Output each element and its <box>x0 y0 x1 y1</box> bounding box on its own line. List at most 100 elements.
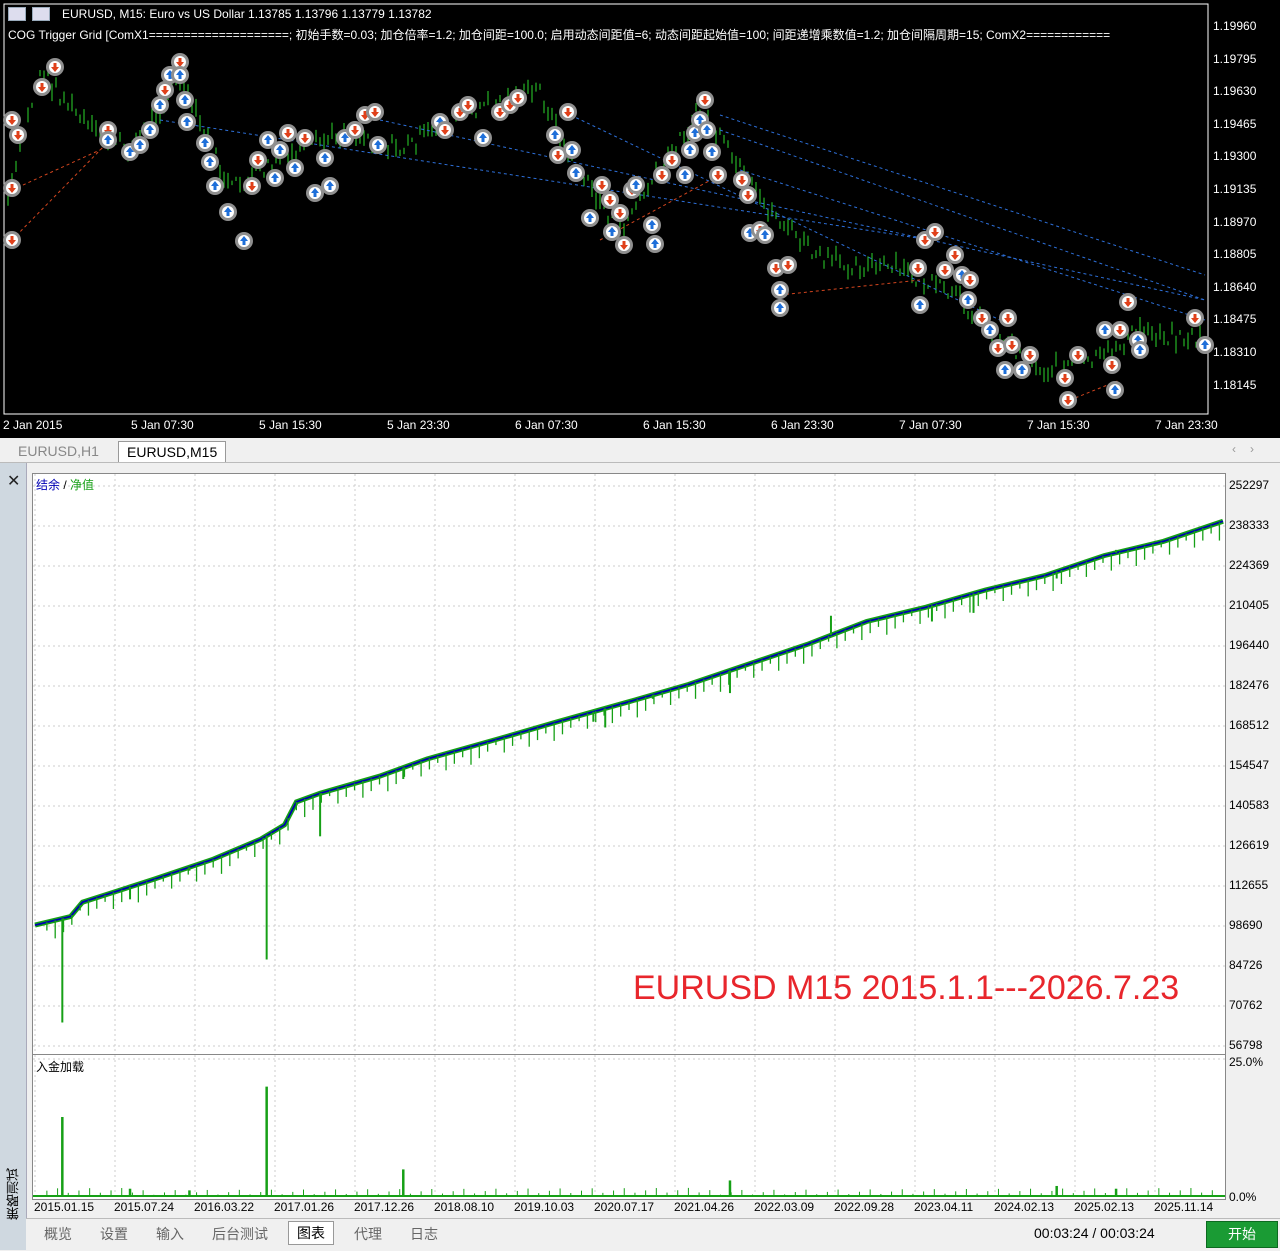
buy-arrow-icon <box>959 291 977 309</box>
time-tick-label: 6 Jan 15:30 <box>643 418 706 432</box>
chart-toolbar-icons <box>8 7 56 26</box>
tab-eurusd-m15[interactable]: EURUSD,M15 <box>118 441 227 462</box>
chevron-left-icon[interactable]: ‹ <box>1232 442 1250 456</box>
balance-tick-label: 56798 <box>1229 1038 1263 1052</box>
price-chart-window[interactable]: EURUSD, M15: Euro vs US Dollar 1.13785 1… <box>0 0 1280 438</box>
tab-scroll-arrows[interactable]: ‹› <box>1232 442 1268 456</box>
tab-inputs[interactable]: 输入 <box>148 1223 192 1245</box>
sell-arrow-icon <box>9 126 27 144</box>
date-tick-label: 2022.09.28 <box>834 1200 895 1214</box>
chart-tab-bar: EURUSD,H1 EURUSD,M15 ‹› <box>0 438 1280 463</box>
buy-arrow-icon <box>698 121 716 139</box>
ea-settings-icon[interactable] <box>8 7 26 21</box>
sell-arrow-icon <box>559 103 577 121</box>
start-button[interactable]: 开始 <box>1206 1221 1278 1248</box>
balance-tick-label: 182476 <box>1229 678 1270 692</box>
sell-arrow-icon <box>3 231 21 249</box>
sell-arrow-icon <box>1059 391 1077 409</box>
balance-chart-canvas <box>33 474 1225 1054</box>
buy-arrow-icon <box>176 91 194 109</box>
buy-arrow-icon <box>981 321 999 339</box>
balance-tick-label: 112655 <box>1229 878 1269 892</box>
date-tick-label: 2015.01.15 <box>34 1200 95 1214</box>
balance-tick-label: 210405 <box>1229 598 1270 612</box>
time-tick-label: 2 Jan 2015 <box>3 418 63 432</box>
deposit-y-min: 0.0% <box>1229 1190 1257 1204</box>
sell-arrow-icon <box>296 129 314 147</box>
date-tick-label: 2017.12.26 <box>354 1200 415 1214</box>
buy-arrow-icon <box>563 141 581 159</box>
tester-side-label: 策略测试 <box>6 1168 21 1220</box>
chart-symbol-title: EURUSD, M15: Euro vs US Dollar 1.13785 1… <box>62 7 432 21</box>
deposit-load-chart <box>32 1054 1226 1200</box>
sell-arrow-icon <box>509 89 527 107</box>
sell-arrow-icon <box>1103 356 1121 374</box>
sell-arrow-icon <box>936 261 954 279</box>
buy-arrow-icon <box>567 164 585 182</box>
buy-arrow-icon <box>771 299 789 317</box>
balance-tick-label: 238333 <box>1229 518 1270 532</box>
balance-tick-label: 168512 <box>1229 718 1270 732</box>
date-tick-label: 2016.03.22 <box>194 1200 255 1214</box>
sell-arrow-icon <box>926 223 944 241</box>
buy-arrow-icon <box>1106 381 1124 399</box>
sell-arrow-icon <box>279 124 297 142</box>
time-tick-label: 5 Jan 15:30 <box>259 418 322 432</box>
buy-arrow-icon <box>286 159 304 177</box>
sell-arrow-icon <box>3 179 21 197</box>
price-tick-label: 1.19465 <box>1213 116 1257 131</box>
sell-arrow-icon <box>709 166 727 184</box>
sell-arrow-icon <box>663 151 681 169</box>
time-tick-label: 6 Jan 23:30 <box>771 418 834 432</box>
tester-tab-bar: 概览 设置 输入 后台测试 图表 代理 日志 00:03:24 / 00:03:… <box>26 1218 1280 1251</box>
sell-arrow-icon <box>1119 293 1137 311</box>
price-chart-canvas[interactable] <box>0 0 1280 438</box>
sell-arrow-icon <box>1003 336 1021 354</box>
buy-arrow-icon <box>676 166 694 184</box>
time-tick-label: 5 Jan 23:30 <box>387 418 450 432</box>
deposit-load-canvas <box>33 1055 1225 1199</box>
sell-arrow-icon <box>346 121 364 139</box>
tab-journal[interactable]: 日志 <box>402 1223 446 1245</box>
buy-arrow-icon <box>271 141 289 159</box>
trade-markers <box>3 53 1214 409</box>
buy-arrow-icon <box>171 66 189 84</box>
time-tick-label: 7 Jan 07:30 <box>899 418 962 432</box>
sell-arrow-icon <box>999 309 1017 327</box>
price-tick-label: 1.18640 <box>1213 279 1257 294</box>
close-icon[interactable]: ✕ <box>7 471 20 491</box>
tab-overview[interactable]: 概览 <box>36 1223 80 1245</box>
balance-tick-label: 126619 <box>1229 838 1270 852</box>
ea-active-icon[interactable] <box>32 7 50 21</box>
tab-settings[interactable]: 设置 <box>92 1223 136 1245</box>
tab-backtest[interactable]: 后台测试 <box>204 1223 276 1245</box>
buy-arrow-icon <box>219 203 237 221</box>
date-tick-label: 2025.11.14 <box>1154 1200 1214 1214</box>
buy-arrow-icon <box>646 235 664 253</box>
buy-arrow-icon <box>321 177 339 195</box>
sell-arrow-icon <box>1021 346 1039 364</box>
chart-grid <box>33 474 1225 1054</box>
date-tick-label: 2017.01.26 <box>274 1200 335 1214</box>
tab-agents[interactable]: 代理 <box>346 1223 390 1245</box>
tab-eurusd-h1[interactable]: EURUSD,H1 <box>10 441 107 461</box>
buy-arrow-icon <box>581 209 599 227</box>
time-tick-label: 6 Jan 07:30 <box>515 418 578 432</box>
date-tick-label: 2015.07.24 <box>114 1200 175 1214</box>
deposit-y-max: 25.0% <box>1229 1055 1264 1069</box>
balance-tick-label: 70762 <box>1229 998 1263 1012</box>
tab-graph[interactable]: 图表 <box>288 1221 334 1245</box>
price-tick-label: 1.19135 <box>1213 182 1257 196</box>
chevron-right-icon[interactable]: › <box>1250 442 1268 456</box>
balance-tick-label: 84726 <box>1229 958 1263 972</box>
date-tick-label: 2018.08.10 <box>434 1200 495 1214</box>
sell-arrow-icon <box>615 236 633 254</box>
date-tick-label: 2020.07.17 <box>594 1200 655 1214</box>
price-tick-label: 1.18145 <box>1213 377 1257 392</box>
date-tick-label: 2019.10.03 <box>514 1200 575 1214</box>
sell-arrow-icon <box>459 96 477 114</box>
legend-equity: 净值 <box>70 478 95 492</box>
price-tick-label: 1.18475 <box>1213 312 1257 327</box>
price-tick-label: 1.19960 <box>1213 19 1257 33</box>
balance-tick-label: 154547 <box>1229 758 1270 772</box>
